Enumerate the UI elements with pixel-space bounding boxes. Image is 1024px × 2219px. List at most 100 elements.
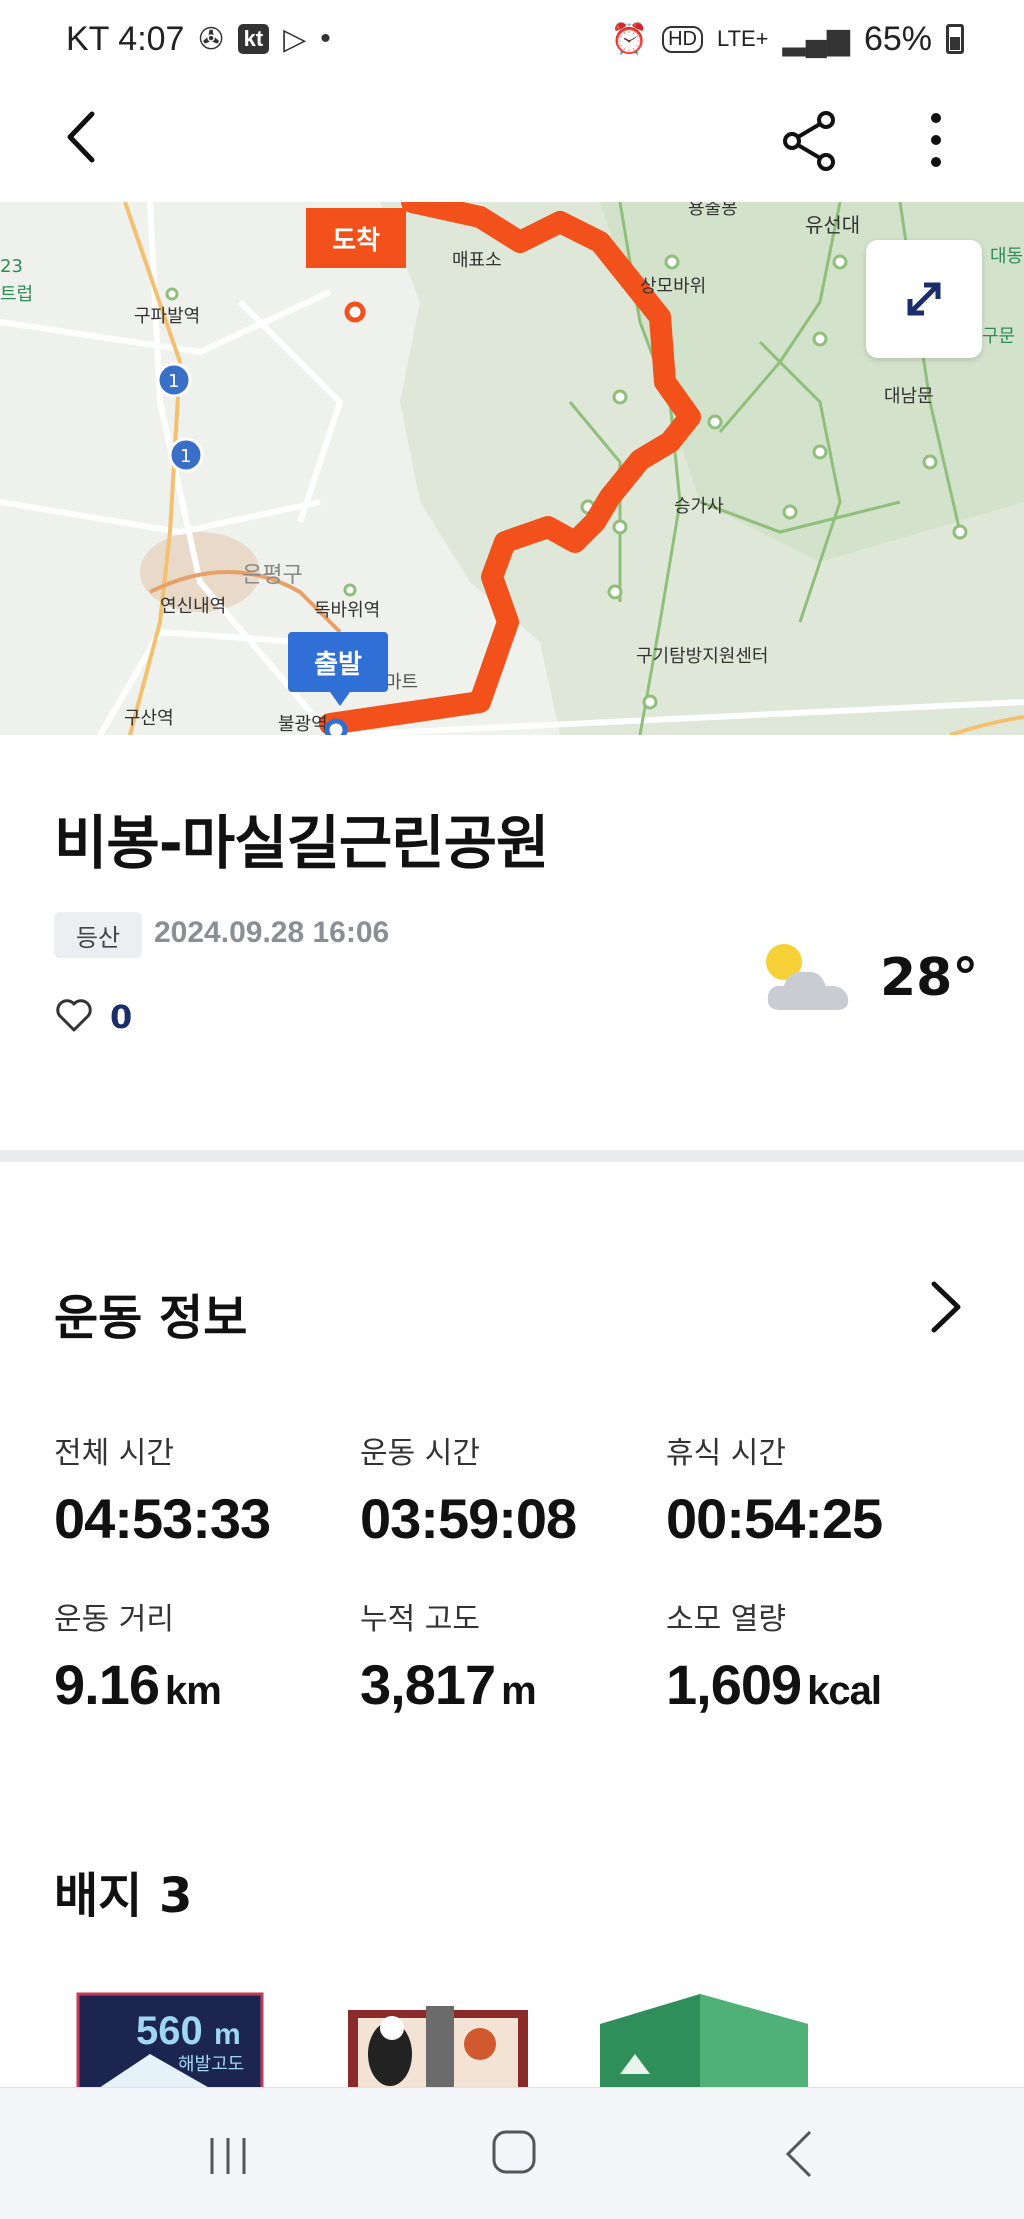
stat-elevation: 누적 고도 3,817 m xyxy=(360,1594,537,1717)
stat-unit: m xyxy=(501,1669,537,1713)
stat-distance: 운동 거리 9.16 km xyxy=(54,1594,222,1717)
stat-number: 03:59:08 xyxy=(360,1487,577,1550)
alarm-icon: ⏰ xyxy=(610,22,649,56)
stat-label: 소모 열량 xyxy=(666,1602,786,1637)
map-label-yeonsinnae: 연신내역 xyxy=(160,596,226,617)
stat-label: 운동 거리 xyxy=(54,1602,174,1637)
stat-unit: kcal xyxy=(807,1669,882,1713)
badge-strip: 560 m 해발고도 xyxy=(76,1992,808,2094)
battery-icon xyxy=(946,24,964,54)
route-map[interactable]: 구파발역 연신내역 은평구 독바위역 구산역 불광역 마트 매표소 상모바위 승… xyxy=(0,202,1024,735)
stat-label: 누적 고도 xyxy=(360,1602,480,1637)
subway-line-1a: 1 xyxy=(168,371,179,392)
map-label-dokbawi: 독바위역 xyxy=(314,600,380,621)
badge-altitude-unit: m xyxy=(214,2018,241,2051)
map-label-23: 23 xyxy=(0,256,23,277)
section-divider xyxy=(0,1150,1024,1162)
status-left: KT 4:07 ✇ kt ▷ • xyxy=(66,20,331,59)
map-label-right-mid: 구문 xyxy=(982,326,1015,347)
stat-number: 04:53:33 xyxy=(54,1487,271,1550)
stat-value: 1,609 kcal xyxy=(666,1652,882,1717)
system-back-icon xyxy=(785,2130,812,2178)
stat-exercise-time: 운동 시간 03:59:08 xyxy=(360,1428,577,1551)
end-pin: 도착 xyxy=(306,208,406,268)
recent-apps-icon xyxy=(210,2138,246,2174)
share-button[interactable] xyxy=(776,106,846,176)
home-icon xyxy=(492,2130,536,2174)
stat-value: 9.16 km xyxy=(54,1652,222,1717)
stat-label: 휴식 시간 xyxy=(666,1436,786,1471)
activity-datetime: 2024.09.28 16:06 xyxy=(154,916,390,949)
pinwheel-icon: ✇ xyxy=(198,22,224,56)
map-label-right-top: 대동 xyxy=(990,246,1023,267)
start-pin: 출발 xyxy=(288,632,388,706)
map-label-yuseondae: 유선대 xyxy=(805,213,860,237)
map-label-daenammun: 대남문 xyxy=(884,386,934,407)
status-right: ⏰ HD LTE+ ▂▄▆ 65% xyxy=(611,20,964,59)
hd-icon: HD xyxy=(662,25,703,53)
like-row: 0 xyxy=(54,996,132,1038)
chevron-right-icon xyxy=(931,1281,961,1333)
map-label-gugi: 구기탐방지원센터 xyxy=(636,646,768,667)
home-button[interactable] xyxy=(490,2128,538,2176)
kt-badge: kt xyxy=(237,24,270,54)
like-button[interactable] xyxy=(54,996,94,1038)
expand-map-button[interactable] xyxy=(866,240,982,358)
subway-line-1b: 1 xyxy=(180,446,191,467)
activity-title: 비봉-마실길근린공원 xyxy=(54,809,549,877)
map-label-seunggasa: 승가사 xyxy=(674,496,724,517)
stat-rest-time: 휴식 시간 00:54:25 xyxy=(666,1428,883,1551)
map-label-maepyo: 매표소 xyxy=(452,250,502,271)
stat-label: 운동 시간 xyxy=(360,1436,480,1471)
stat-value: 04:53:33 xyxy=(54,1486,271,1551)
stat-value: 03:59:08 xyxy=(360,1486,577,1551)
stat-number: 3,817 xyxy=(360,1653,496,1716)
stat-label: 전체 시간 xyxy=(54,1436,174,1471)
app-bar xyxy=(0,78,1024,200)
expand-icon xyxy=(907,282,941,316)
stat-calories: 소모 열량 1,609 kcal xyxy=(666,1594,882,1717)
stat-value: 3,817 m xyxy=(360,1652,537,1717)
badge-altitude[interactable]: 560 m 해발고도 xyxy=(76,1992,264,2094)
stat-number: 1,609 xyxy=(666,1653,802,1716)
more-options-button[interactable] xyxy=(906,106,966,176)
carrier-time: KT 4:07 xyxy=(66,19,185,58)
system-nav-bar xyxy=(0,2087,1024,2219)
map-label-bulgwang: 불광역 xyxy=(278,714,328,735)
badge-list: 560 m 해발고도 xyxy=(0,1984,1024,2094)
map-label-left: 트럽 xyxy=(0,284,33,305)
exercise-section-title: 운동 정보 xyxy=(54,1290,248,1346)
map-label-sangmobawi: 상모바위 xyxy=(640,276,706,297)
like-count: 0 xyxy=(110,998,133,1036)
signal-icon: ▂▄▆ xyxy=(782,22,850,56)
back-arrow-icon xyxy=(67,111,95,163)
status-bar: KT 4:07 ✇ kt ▷ • ⏰ HD LTE+ ▂▄▆ 65% xyxy=(0,0,1024,78)
badge-altitude-caption: 해발고도 xyxy=(178,2054,244,2075)
stat-unit: km xyxy=(165,1669,222,1713)
dot-icon: • xyxy=(320,22,331,55)
weather: 28° xyxy=(760,940,978,1016)
stat-number: 9.16 xyxy=(54,1653,160,1716)
lte-indicator: LTE+ xyxy=(716,26,769,51)
back-button[interactable] xyxy=(48,102,118,172)
map-label-gusan: 구산역 xyxy=(124,708,174,729)
map-label-mart: 마트 xyxy=(385,672,418,693)
exercise-detail-button[interactable] xyxy=(916,1272,976,1342)
recent-apps-button[interactable] xyxy=(204,2136,252,2176)
stat-total-time: 전체 시간 04:53:33 xyxy=(54,1428,271,1551)
badge-altitude-value: 560 xyxy=(136,2009,203,2053)
stat-number: 00:54:25 xyxy=(666,1487,883,1550)
weather-partly-cloudy-icon xyxy=(766,944,849,1010)
temperature: 28° xyxy=(880,948,979,1008)
map-label-gupabal: 구파발역 xyxy=(134,306,200,327)
map-label-yongchulbong: 용출봉 xyxy=(688,202,738,219)
map-label-eunpyeong: 은평구 xyxy=(242,563,303,588)
stat-value: 00:54:25 xyxy=(666,1486,883,1551)
system-back-button[interactable] xyxy=(780,2128,820,2180)
more-vertical-icon xyxy=(931,113,941,167)
badge-green-tent[interactable] xyxy=(600,1994,808,2094)
play-store-icon: ▷ xyxy=(283,22,307,56)
category-tag: 등산 xyxy=(54,912,142,958)
share-icon xyxy=(783,111,835,171)
badge-woodpecker[interactable] xyxy=(348,2006,528,2094)
